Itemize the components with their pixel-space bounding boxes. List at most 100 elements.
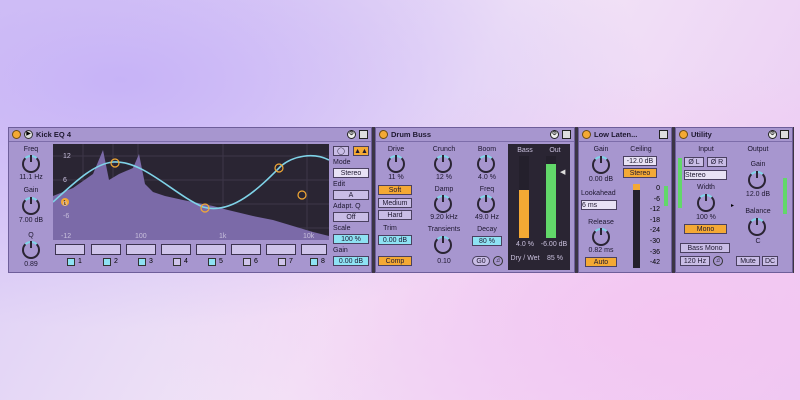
eq-band-toggle-8[interactable] [310, 258, 318, 266]
buss-out-value[interactable]: -6.00 dB [536, 241, 572, 248]
eq-band-type-3[interactable] [126, 244, 156, 255]
limiter-gain-value[interactable]: 0.00 dB [581, 176, 621, 183]
buss-power-icon[interactable] [379, 130, 388, 139]
drum-buss-device: Drum Buss ⚙ Drive 11 % Soft Medium Hard … [375, 127, 575, 273]
eq-x-tick: 1k [219, 233, 227, 240]
eq-band-toggle-4[interactable] [173, 258, 181, 266]
eq-freq-value[interactable]: 11.1 Hz [11, 174, 51, 181]
limiter-scale: 0 -6 -12 -18 -24 -30 -36 -42 [642, 184, 660, 269]
eq-band-type-5[interactable] [196, 244, 226, 255]
utility-phase-l-button[interactable]: Ø L [684, 157, 704, 167]
limiter-power-icon[interactable] [582, 130, 591, 139]
buss-decay-value[interactable]: 80 % [472, 236, 502, 246]
limiter-ceiling-value[interactable]: -12.0 dB [623, 156, 657, 166]
utility-gain-knob[interactable] [748, 171, 766, 189]
eq-band-toggle-2[interactable] [103, 258, 111, 266]
eq-edit-button[interactable]: A [333, 190, 369, 200]
utility-mono-button[interactable]: Mono [684, 224, 727, 234]
utility-balance-value[interactable]: C [736, 238, 780, 245]
buss-soft-button[interactable]: Soft [378, 185, 412, 195]
buss-boom-knob[interactable] [477, 155, 495, 173]
buss-save-icon[interactable] [562, 130, 571, 139]
limiter-release-knob[interactable] [592, 228, 610, 246]
utility-width-label: Width [697, 184, 715, 191]
eq-band-toggle-7[interactable] [278, 258, 286, 266]
limiter-lookahead-select[interactable]: 6 ms [581, 200, 617, 210]
buss-crunch-knob[interactable] [434, 155, 452, 173]
buss-trim-value[interactable]: 0.00 dB [378, 235, 412, 245]
limiter-lookahead-label: Lookahead [581, 190, 616, 197]
eq-output-gain-value[interactable]: 0.00 dB [333, 256, 369, 266]
eq-q-knob[interactable] [22, 241, 40, 259]
eq-band-type-7[interactable] [266, 244, 296, 255]
utility-bassmono-button[interactable]: Bass Mono [680, 243, 730, 253]
utility-balance-knob[interactable] [748, 218, 766, 236]
eq-preview-icon[interactable]: ▶ [24, 130, 33, 139]
eq-band-toggle-5[interactable] [208, 258, 216, 266]
limiter-save-icon[interactable] [659, 130, 668, 139]
buss-freq-knob[interactable] [477, 195, 495, 213]
eq-mode-select[interactable]: Stereo [333, 168, 369, 178]
buss-settings-icon[interactable]: ⚙ [550, 130, 559, 139]
eq-scale-value[interactable]: 100 % [333, 234, 369, 244]
utility-mute-button[interactable]: Mute [736, 256, 760, 266]
eq-band-type-1[interactable] [55, 244, 85, 255]
eq-spectrum-toggle-icon[interactable]: ▲▲ [353, 146, 369, 156]
utility-device: Utility ⚙ Input Ø L Ø R Stereo Width 100… [675, 127, 793, 273]
buss-g0-button[interactable]: G0 [472, 256, 490, 266]
utility-settings-icon[interactable]: ⚙ [768, 130, 777, 139]
buss-headphone-icon[interactable]: ♫ [493, 256, 503, 266]
buss-transients-knob[interactable] [434, 236, 452, 254]
buss-boom-value[interactable]: 4.0 % [468, 174, 506, 181]
eq-settings-icon[interactable]: ⚙ [347, 130, 356, 139]
eq-band-type-2[interactable] [91, 244, 121, 255]
eq-band-toggle-6[interactable] [243, 258, 251, 266]
eq-band-toggle-3[interactable] [138, 258, 146, 266]
utility-bassmono-freq[interactable]: 120 Hz [680, 256, 710, 266]
utility-save-icon[interactable] [780, 130, 789, 139]
utility-phase-r-button[interactable]: Ø R [707, 157, 727, 167]
utility-dc-button[interactable]: DC [762, 256, 778, 266]
buss-damp-knob[interactable] [434, 195, 452, 213]
buss-out-arrow-icon[interactable]: ◀ [560, 168, 565, 176]
utility-power-icon[interactable] [679, 130, 688, 139]
buss-freq-value[interactable]: 49.0 Hz [468, 214, 506, 221]
eq-spectrum-display[interactable]: 1 12 6 0 -6 -12 100 1k 10k [53, 144, 329, 240]
eq-power-icon[interactable] [12, 130, 21, 139]
eq-band-toggle-1[interactable] [67, 258, 75, 266]
buss-bass-meter-fill [519, 190, 529, 238]
buss-bass-meter[interactable] [519, 156, 529, 238]
utility-width-value[interactable]: 100 % [684, 214, 728, 221]
buss-hard-button[interactable]: Hard [378, 210, 412, 220]
eq-gain-knob[interactable] [22, 197, 40, 215]
limiter-gain-knob[interactable] [592, 156, 610, 174]
eq-q-value[interactable]: 0.89 [11, 261, 51, 268]
eq-freq-knob[interactable] [22, 155, 40, 173]
utility-channel-select[interactable]: Stereo [684, 170, 727, 180]
eq-band-type-6[interactable] [231, 244, 261, 255]
limiter-stereo-button[interactable]: Stereo [623, 168, 657, 178]
eq-band-type-8[interactable] [301, 244, 327, 255]
utility-width-knob[interactable] [697, 194, 715, 212]
buss-damp-value[interactable]: 9.20 kHz [422, 214, 466, 221]
utility-arrow-icon: ▸ [731, 203, 735, 209]
buss-drywet-value[interactable]: 85 % [542, 255, 568, 262]
buss-medium-button[interactable]: Medium [378, 198, 412, 208]
buss-out-meter[interactable] [546, 156, 556, 238]
eq-adaptq-button[interactable]: Off [333, 212, 369, 222]
eq-save-icon[interactable] [359, 130, 368, 139]
eq-gain-value[interactable]: 7.00 dB [11, 217, 51, 224]
limiter-scale-tick: -24 [649, 227, 660, 235]
buss-crunch-value[interactable]: 12 % [424, 174, 464, 181]
eq-y-tick: -12 [61, 233, 71, 240]
eq-listen-icon[interactable]: ◯ [333, 146, 349, 156]
buss-drive-knob[interactable] [387, 155, 405, 173]
buss-comp-button[interactable]: Comp [378, 256, 412, 266]
utility-headphone-icon[interactable]: ♫ [713, 256, 723, 266]
eq-band-type-4[interactable] [161, 244, 191, 255]
buss-transients-value[interactable]: 0.10 [424, 258, 464, 265]
utility-gain-value[interactable]: 12.0 dB [736, 191, 780, 198]
buss-drive-value[interactable]: 11 % [378, 174, 414, 181]
limiter-release-value[interactable]: 0.82 ms [581, 247, 621, 254]
limiter-auto-button[interactable]: Auto [585, 257, 617, 267]
